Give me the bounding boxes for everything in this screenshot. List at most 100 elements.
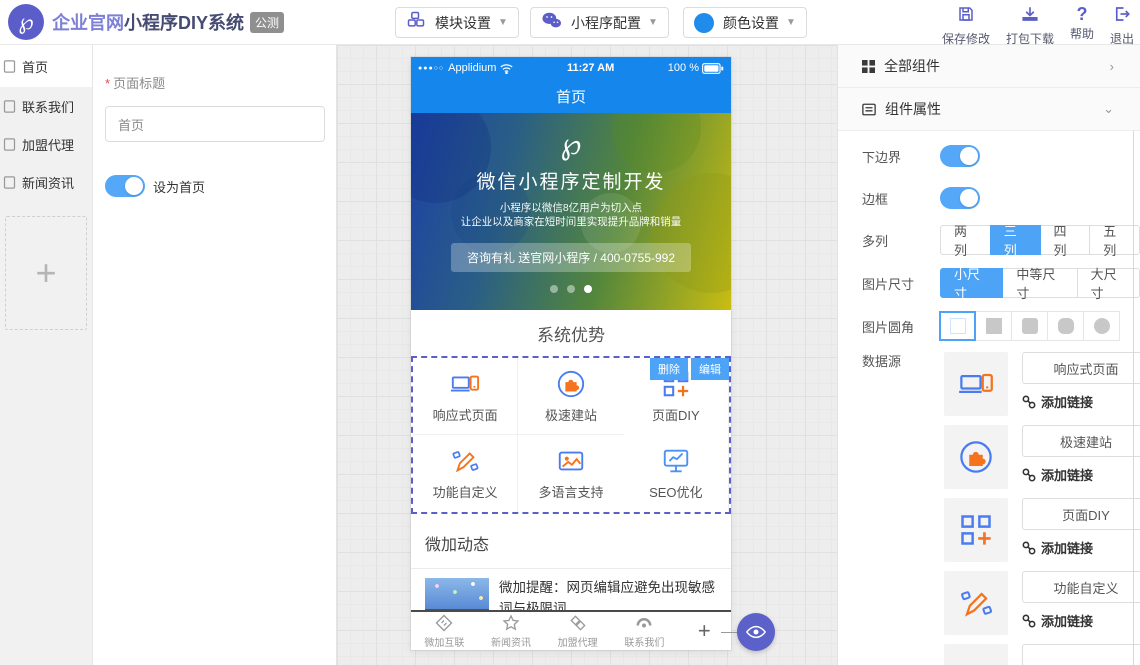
puzzle-icon — [944, 425, 1008, 489]
set-homepage-toggle[interactable] — [105, 175, 145, 197]
miniprogram-config-label: 小程序配置 — [571, 13, 641, 33]
add-link-button[interactable]: 添加链接 — [1022, 465, 1140, 484]
data-source-item: 添加链接 — [944, 425, 1140, 489]
panel-scrollbar[interactable] — [1133, 131, 1134, 665]
carousel-dot[interactable] — [567, 285, 575, 293]
all-components-header[interactable]: 全部组件 › — [838, 45, 1140, 88]
color-settings-label: 颜色设置 — [723, 13, 779, 33]
columns-option-3-selected[interactable]: 三列 — [990, 225, 1041, 255]
battery-icon — [702, 63, 724, 74]
size-option-medium[interactable]: 中等尺寸 — [1002, 268, 1077, 298]
carousel-dot-active[interactable] — [584, 285, 592, 293]
component-props-header[interactable]: 组件属性 ⌄ — [838, 88, 1140, 131]
bottom-border-toggle[interactable] — [940, 145, 980, 167]
page-list-sidebar: 首页 联系我们 加盟代理 新闻资讯 + — [0, 45, 93, 665]
feature-cell-responsive[interactable]: 响应式页面 — [413, 358, 518, 435]
feature-cell-multilang[interactable]: 多语言支持 — [518, 435, 623, 512]
help-button[interactable]: ? 帮助 — [1070, 5, 1094, 47]
delete-component-button[interactable]: 删除 — [650, 358, 688, 380]
feature-label: 功能自定义 — [433, 482, 498, 501]
page-icon — [2, 99, 17, 114]
module-settings-menu[interactable]: 模块设置 ▼ — [395, 7, 519, 38]
exit-button[interactable]: 退出 — [1110, 5, 1134, 47]
add-link-button[interactable]: 添加链接 — [1022, 611, 1140, 630]
download-button[interactable]: 打包下载 — [1006, 5, 1054, 47]
tab-contact[interactable]: 联系我们 — [611, 613, 678, 649]
plus-icon: + — [35, 252, 56, 294]
radius-option-circle[interactable] — [1083, 311, 1120, 341]
columns-option-2[interactable]: 两列 — [940, 225, 991, 255]
save-icon — [957, 5, 975, 28]
phone-status-bar: ●●●○○ Applidium 11:27 AM 100 % — [411, 57, 731, 79]
data-item-title-input[interactable] — [1022, 425, 1140, 457]
edit-component-button[interactable]: 编辑 — [691, 358, 729, 380]
feature-cell-custom[interactable]: 功能自定义 — [413, 435, 518, 512]
radius-option-square[interactable] — [975, 311, 1012, 341]
beta-badge: 公测 — [250, 12, 284, 33]
sidebar-item-contact[interactable]: 联系我们 — [0, 87, 92, 125]
feature-cell-fast-build[interactable]: 极速建站 — [518, 358, 623, 435]
section-title-advantages: 系统优势 — [411, 310, 731, 356]
banner-title: 微信小程序定制开发 — [411, 167, 731, 194]
data-item-title-input[interactable] — [1022, 498, 1140, 530]
phone-tab-bar: 微加互联 新闻资讯 加盟代理 — [411, 610, 731, 650]
components-grid-icon — [862, 60, 875, 73]
data-source-label: 数据源 — [862, 351, 940, 370]
bottom-border-row: 下边界 — [862, 145, 1140, 167]
app-title-secondary: 小程序DIY系统 — [124, 13, 244, 33]
add-link-button[interactable]: 添加链接 — [1022, 392, 1140, 411]
tab-label: 新闻资讯 — [491, 634, 531, 649]
component-actions: 删除 编辑 — [650, 358, 729, 380]
hero-banner[interactable]: ℘ 微信小程序定制开发 小程序以微信8亿用户为切入点 让企业以及商家在短时间里实… — [411, 113, 731, 310]
link-icon — [1022, 395, 1036, 409]
selected-feature-grid-component[interactable]: 删除 编辑 响应式页面 — [411, 356, 731, 514]
banner-cta-button[interactable]: 咨询有礼 送官网小程序 / 400-0755-992 — [451, 243, 691, 272]
page-name: 首页 — [22, 57, 48, 76]
tab-news[interactable]: 新闻资讯 — [478, 613, 545, 649]
chevron-down-icon: ▼ — [498, 17, 508, 28]
tab-agency[interactable]: 加盟代理 — [544, 613, 611, 649]
link-icon — [1022, 541, 1036, 555]
download-label: 打包下载 — [1006, 30, 1054, 47]
sidebar-item-agency[interactable]: 加盟代理 — [0, 125, 92, 163]
sidebar-item-news[interactable]: 新闻资讯 — [0, 163, 92, 201]
page-settings-panel: *页面标题 设为首页 — [93, 45, 337, 665]
component-props-label: 组件属性 — [885, 99, 941, 119]
border-toggle[interactable] — [940, 187, 980, 209]
carrier-label: Applidium — [448, 62, 496, 74]
color-settings-menu[interactable]: 颜色设置 ▼ — [683, 7, 807, 38]
add-page-button[interactable]: + — [5, 216, 87, 330]
carousel-dot[interactable] — [550, 285, 558, 293]
radius-option-square-selected[interactable] — [939, 311, 976, 341]
wifi-icon — [500, 63, 513, 74]
tab-weijia[interactable]: 微加互联 — [411, 613, 478, 649]
battery-percent: 100 % — [668, 62, 699, 74]
tab-add-button[interactable]: + — [678, 618, 731, 644]
news-list-item[interactable]: 网站编辑 微加提醒：网页编辑应避免出现敏感词与极限词 — [411, 569, 731, 616]
chevron-down-icon: ▼ — [648, 17, 658, 28]
add-link-button[interactable]: 添加链接 — [1022, 538, 1140, 557]
save-button[interactable]: 保存修改 — [942, 5, 990, 47]
color-dot-icon — [694, 13, 714, 33]
radius-option-rounded[interactable] — [1011, 311, 1048, 341]
pencil-icon — [450, 446, 480, 476]
page-title-input[interactable] — [105, 106, 325, 142]
feature-cell-seo[interactable]: SEO优化 — [624, 435, 729, 512]
status-time: 11:27 AM — [513, 62, 667, 74]
miniprogram-config-menu[interactable]: 小程序配置 ▼ — [530, 7, 669, 38]
square-shape-icon — [950, 318, 966, 334]
set-homepage-label: 设为首页 — [153, 177, 205, 196]
bottom-border-label: 下边界 — [862, 147, 940, 166]
feature-label: 极速建站 — [545, 405, 597, 424]
radius-option-more-rounded[interactable] — [1047, 311, 1084, 341]
data-item-title-input[interactable] — [1022, 352, 1140, 384]
app: ℘ 企业官网小程序DIY系统 公测 模块设置 ▼ — [0, 0, 1140, 665]
banner-subtitle-1: 小程序以微信8亿用户为切入点 — [411, 201, 731, 215]
size-option-small-selected[interactable]: 小尺寸 — [940, 268, 1003, 298]
columns-option-4[interactable]: 四列 — [1040, 225, 1091, 255]
preview-eye-button[interactable] — [737, 613, 775, 651]
sidebar-item-home[interactable]: 首页 — [0, 45, 92, 87]
size-option-large[interactable]: 大尺寸 — [1077, 268, 1140, 298]
data-item-title-input[interactable] — [1022, 571, 1140, 603]
data-item-title-input[interactable] — [1022, 644, 1140, 665]
